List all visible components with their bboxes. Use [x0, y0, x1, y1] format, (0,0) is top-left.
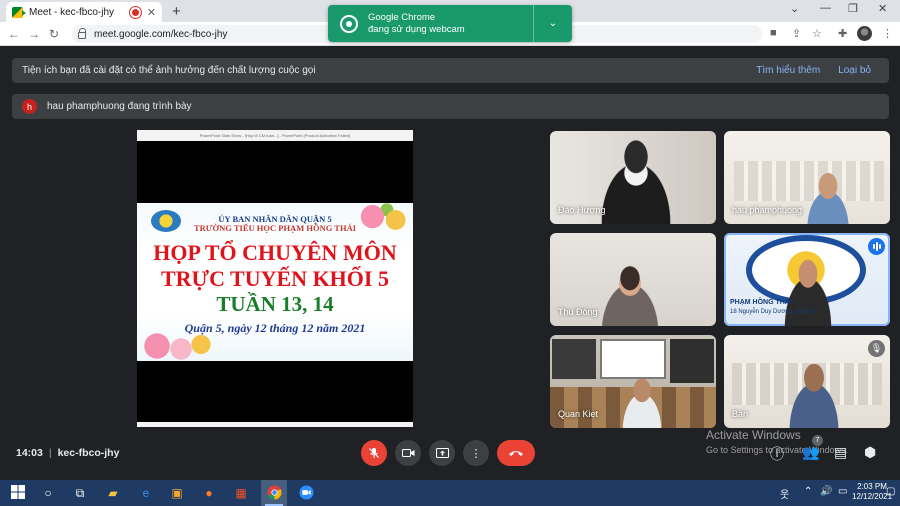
participant-tile[interactable]: Thu Đông — [550, 233, 716, 326]
shared-screen[interactable]: PowerPoint Slide Show - [Họp tổ CM tuần.… — [137, 130, 413, 427]
share-icon[interactable]: ⇪ — [792, 27, 801, 40]
watermark-title: Activate Windows — [706, 428, 801, 442]
participant-video — [586, 257, 674, 326]
participant-tile-active-speaker[interactable]: PHẠM HỒNG THÁI 18 Nguyễn Duy Dương, Quận… — [724, 233, 890, 326]
participant-tile[interactable]: Quan Kiet — [550, 335, 716, 428]
presenter-avatar: h — [22, 99, 37, 114]
participant-name: Quan Kiet — [558, 409, 599, 419]
slide-date: Quận 5, ngày 12 tháng 12 năm 2021 — [184, 321, 366, 335]
profile-avatar[interactable] — [857, 26, 872, 41]
tab-title: Meet - kec-fbco-jhy — [29, 6, 115, 18]
speaking-indicator-icon — [868, 238, 885, 255]
toast-subtitle: đang sử dụng webcam — [368, 23, 465, 35]
people-count-badge: 7 — [812, 435, 823, 446]
presentation-slide: ỦY BAN NHÂN DÂN QUẬN 5 TRƯỜNG TIỂU HỌC P… — [137, 203, 413, 361]
task-view-icon[interactable]: ⧉ — [72, 485, 88, 501]
volume-icon[interactable]: 🔊 — [820, 486, 832, 497]
presenting-banner: h hau phamphuong đang trình bày — [12, 94, 889, 119]
muted-mic-icon: 🎙 — [868, 340, 885, 357]
slide-week: TUẦN 13, 14 — [216, 292, 334, 316]
mic-off-icon[interactable] — [361, 440, 387, 466]
participant-video — [776, 357, 852, 428]
end-call-icon[interactable] — [497, 440, 535, 466]
windows-start-icon[interactable] — [10, 485, 26, 501]
more-vert-icon[interactable]: ⋮ — [463, 440, 489, 466]
webcam-icon — [340, 14, 358, 33]
webcam-in-use-notification[interactable]: Google Chrome đang sử dụng webcam ⌄ — [328, 5, 572, 42]
network-icon[interactable]: ▭ — [838, 486, 847, 497]
minimize-button[interactable]: — — [820, 2, 831, 14]
meet-favicon-icon — [12, 6, 26, 18]
learn-more-link[interactable]: Tìm hiểu thêm — [756, 65, 820, 76]
back-arrow-icon[interactable]: ← — [4, 27, 24, 41]
bookmark-star-icon[interactable]: ☆ — [812, 27, 822, 40]
edge-browser-icon[interactable]: e — [138, 485, 154, 501]
people-icon[interactable]: 👥 — [802, 444, 819, 461]
windows-taskbar — [0, 480, 900, 506]
forward-arrow-icon[interactable]: → — [24, 27, 44, 41]
chrome-icon[interactable] — [266, 485, 282, 501]
meeting-code: kec-fbco-jhy — [57, 447, 120, 459]
slide-status-bar — [137, 422, 413, 427]
extension-warning-text: Tiện ích bạn đã cài đặt có thể ảnh hưởng… — [22, 65, 316, 76]
participant-name: Đào Hương — [558, 205, 606, 215]
participant-name: Thu Đông — [558, 307, 598, 317]
file-explorer-icon[interactable]: ▰ — [105, 485, 121, 501]
browser-tab-meet[interactable]: Meet - kec-fbco-jhy ✕ — [6, 2, 162, 22]
presenter-text: hau phamphuong đang trình bày — [47, 101, 192, 112]
slide-title-1: HỌP TỔ CHUYÊN MÔN — [153, 240, 397, 265]
slide-title-2: TRỰC TUYẾN KHỐI 5 — [161, 266, 389, 291]
store-app-icon[interactable]: ▦ — [233, 485, 249, 501]
lock-icon — [78, 27, 86, 39]
toast-title: Google Chrome — [368, 11, 436, 23]
chrome-menu-icon[interactable]: ⋮ — [882, 27, 893, 40]
tray-chevron-up-icon[interactable]: ⌃ — [804, 486, 812, 497]
extension-warning-banner: Tiện ích bạn đã cài đặt có thể ảnh hưởng… — [12, 58, 889, 83]
reload-icon[interactable]: ↻ — [44, 27, 64, 41]
tab-search-icon[interactable]: ⌄ — [790, 2, 799, 15]
media-player-icon[interactable]: ▣ — [169, 485, 185, 501]
powerpoint-title-bar: PowerPoint Slide Show - [Họp tổ CM tuần.… — [137, 130, 413, 141]
recording-indicator-icon — [131, 8, 139, 16]
participant-tile[interactable]: Đào Hương — [550, 131, 716, 224]
info-icon[interactable]: ⓘ — [770, 444, 784, 464]
tab-close-icon[interactable]: ✕ — [147, 6, 156, 19]
participant-name: hau phamphuong — [732, 205, 803, 215]
participant-tile[interactable]: hau phamphuong — [724, 131, 890, 224]
dismiss-button[interactable]: Loại bỏ — [838, 65, 871, 76]
new-tab-button[interactable]: + — [172, 3, 181, 20]
people-tray-icon[interactable]: 웃 — [780, 486, 789, 501]
chevron-down-icon[interactable]: ⌄ — [534, 18, 572, 29]
meeting-time: 14:03 — [16, 447, 43, 459]
close-window-button[interactable]: ✕ — [878, 2, 887, 15]
participant-background-address: 18 Nguyễn Duy Dương, Quận 5 — [730, 309, 815, 315]
url-text: meet.google.com/kec-fbco-jhy — [94, 28, 228, 40]
present-screen-icon[interactable] — [429, 440, 455, 466]
extensions-puzzle-icon[interactable]: ✚ — [838, 27, 847, 40]
chat-icon[interactable]: ▤ — [834, 444, 847, 461]
search-icon[interactable]: ○ — [40, 485, 56, 501]
slide-line-2: TRƯỜNG TIỂU HỌC PHẠM HỒNG THÁI — [193, 223, 357, 233]
maximize-button[interactable]: ❐ — [848, 2, 858, 15]
camera-status-icon[interactable]: ■ — [770, 27, 777, 39]
participant-tile[interactable]: 🎙 Bân — [724, 335, 890, 428]
participant-background-text: PHẠM HỒNG THÁI — [730, 299, 792, 306]
zoom-icon[interactable] — [298, 485, 314, 501]
firefox-icon[interactable]: ● — [201, 485, 217, 501]
participant-video — [612, 373, 672, 428]
participant-name: Bân — [732, 409, 749, 419]
participant-video — [796, 171, 860, 224]
meeting-info: 14:03 | kec-fbco-jhy — [16, 447, 120, 459]
activities-icon[interactable]: ⬢ — [864, 444, 876, 461]
notifications-icon[interactable]: ▢ — [886, 486, 895, 497]
camera-icon[interactable] — [395, 440, 421, 466]
